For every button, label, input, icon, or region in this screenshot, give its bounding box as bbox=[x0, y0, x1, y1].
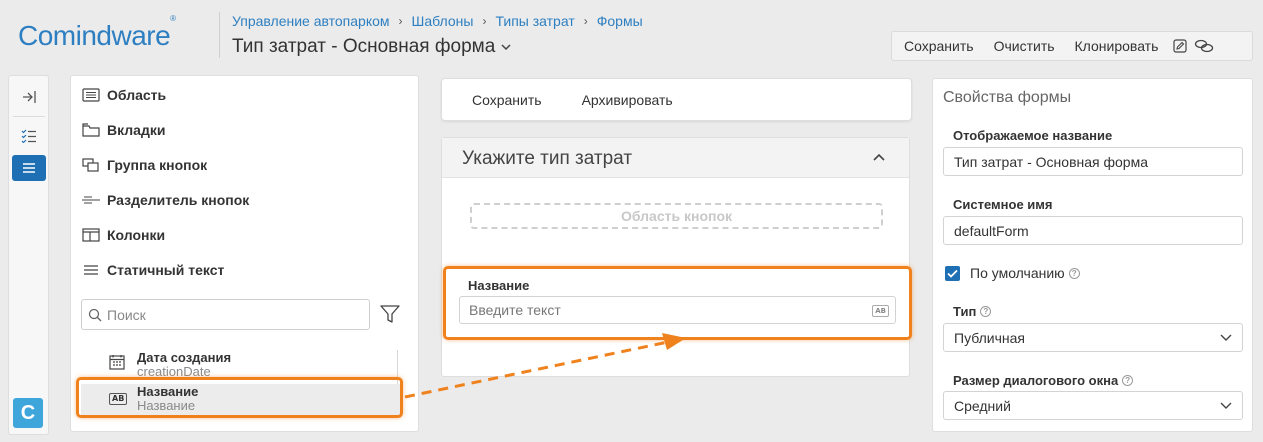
header-divider bbox=[219, 12, 220, 58]
header-clone-button[interactable]: Клонировать bbox=[1065, 38, 1169, 54]
highlight-source-field bbox=[76, 377, 403, 418]
dialog-size-select[interactable]: Средний bbox=[943, 391, 1243, 420]
breadcrumb-item-forms[interactable]: Формы bbox=[597, 13, 643, 29]
form-canvas: Укажите тип затрат Область кнопок Назван… bbox=[441, 137, 910, 377]
component-area[interactable]: Область bbox=[81, 87, 166, 103]
dialog-size-value: Средний bbox=[954, 397, 1011, 414]
logo-mark: ® bbox=[170, 13, 176, 23]
properties-title: Свойства формы bbox=[943, 89, 1072, 106]
columns-icon bbox=[81, 227, 101, 243]
calendar-icon bbox=[109, 355, 125, 370]
search-placeholder: Поиск bbox=[107, 306, 146, 323]
type-value: Публичная bbox=[954, 329, 1025, 346]
component-button-separator[interactable]: Разделитель кнопок bbox=[81, 192, 249, 208]
list-icon[interactable] bbox=[12, 155, 46, 181]
type-label: Тип ? bbox=[953, 304, 992, 319]
chevron-down-icon bbox=[1220, 334, 1232, 341]
display-name-label: Отображаемое название bbox=[953, 128, 1113, 143]
default-checkbox-row[interactable]: По умолчанию ? bbox=[945, 265, 1080, 281]
component-tabs[interactable]: Вкладки bbox=[81, 122, 165, 138]
logo-text: Comindware bbox=[18, 20, 171, 51]
breadcrumb: Управление автопарком › Шаблоны › Типы з… bbox=[232, 13, 643, 29]
header-clear-button[interactable]: Очистить bbox=[984, 38, 1065, 54]
display-name-input[interactable]: Тип затрат - Основная форма bbox=[943, 147, 1243, 176]
component-static-text[interactable]: Статичный текст bbox=[81, 262, 224, 278]
system-name-label: Системное имя bbox=[953, 197, 1053, 212]
type-label-text: Тип bbox=[953, 304, 977, 319]
form-toolbar: Сохранить Архивировать bbox=[441, 78, 912, 121]
rail-divider bbox=[13, 116, 45, 117]
breadcrumb-separator: › bbox=[583, 14, 588, 28]
help-icon[interactable]: ? bbox=[1122, 375, 1134, 386]
page-title-text: Тип затрат - Основная форма bbox=[232, 36, 496, 57]
form-properties-panel: Свойства формы Отображаемое название Тип… bbox=[932, 78, 1253, 432]
form-section-title: Укажите тип затрат bbox=[462, 148, 633, 169]
filter-icon[interactable] bbox=[380, 305, 400, 324]
dialog-size-label-text: Размер диалогового окна bbox=[953, 373, 1119, 388]
component-label: Область bbox=[107, 87, 167, 103]
button-area-placeholder[interactable]: Область кнопок bbox=[470, 203, 883, 229]
component-label: Колонки bbox=[107, 227, 166, 243]
search-icon bbox=[88, 308, 102, 321]
field-name: Дата создания bbox=[137, 350, 232, 365]
default-checkbox-label: По умолчанию bbox=[970, 265, 1065, 281]
search-input[interactable]: Поиск bbox=[81, 299, 370, 330]
form-save-button[interactable]: Сохранить bbox=[472, 92, 542, 108]
area-icon bbox=[81, 87, 101, 103]
system-name-input[interactable]: defaultForm bbox=[943, 216, 1243, 245]
breadcrumb-item-cost-types[interactable]: Типы затрат bbox=[495, 13, 574, 29]
button-separator-icon bbox=[81, 192, 101, 208]
breadcrumb-separator: › bbox=[482, 14, 487, 28]
dialog-size-label: Размер диалогового окна ? bbox=[953, 373, 1134, 388]
help-icon[interactable]: ? bbox=[980, 306, 992, 317]
chevron-down-icon bbox=[501, 44, 511, 51]
component-label: Разделитель кнопок bbox=[107, 192, 250, 208]
header-toolbar: Сохранить Очистить Клонировать bbox=[891, 31, 1253, 61]
link-icon[interactable] bbox=[1192, 39, 1216, 53]
brand-icon[interactable]: C bbox=[13, 398, 43, 428]
highlight-target-field bbox=[443, 266, 912, 340]
tabs-icon bbox=[81, 122, 101, 138]
system-name-value: defaultForm bbox=[954, 222, 1029, 239]
component-button-group[interactable]: Группа кнопок bbox=[81, 157, 207, 173]
checklist-icon[interactable] bbox=[12, 123, 46, 149]
app-logo[interactable]: Comindware® bbox=[18, 14, 176, 52]
breadcrumb-item-templates[interactable]: Шаблоны bbox=[412, 13, 474, 29]
page-title[interactable]: Тип затрат - Основная форма bbox=[232, 36, 511, 58]
collapse-panel-icon[interactable] bbox=[12, 84, 46, 110]
default-checkbox[interactable] bbox=[945, 265, 960, 281]
chevron-up-icon[interactable] bbox=[873, 153, 885, 161]
static-text-icon bbox=[81, 262, 101, 278]
component-label: Статичный текст bbox=[107, 262, 225, 278]
breadcrumb-separator: › bbox=[398, 14, 403, 28]
form-archive-button[interactable]: Архивировать bbox=[582, 92, 673, 108]
component-label: Группа кнопок bbox=[107, 157, 208, 173]
component-label: Вкладки bbox=[107, 122, 166, 138]
header-save-button[interactable]: Сохранить bbox=[892, 38, 984, 54]
type-select[interactable]: Публичная bbox=[943, 323, 1243, 352]
left-rail: C bbox=[8, 75, 49, 435]
component-columns[interactable]: Колонки bbox=[81, 227, 165, 243]
display-name-value: Тип затрат - Основная форма bbox=[954, 153, 1148, 170]
edit-icon[interactable] bbox=[1168, 39, 1192, 53]
help-icon[interactable]: ? bbox=[1068, 267, 1080, 279]
breadcrumb-item-fleet[interactable]: Управление автопарком bbox=[232, 13, 390, 29]
form-section-header[interactable]: Укажите тип затрат bbox=[442, 138, 909, 178]
button-group-icon bbox=[81, 157, 101, 173]
chevron-down-icon bbox=[1220, 402, 1232, 409]
